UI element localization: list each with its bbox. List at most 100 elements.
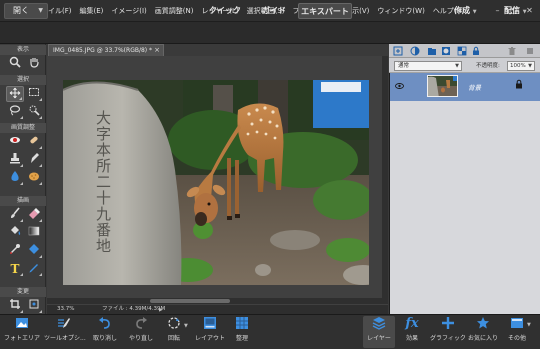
panel-menu-icon[interactable]	[525, 46, 535, 56]
marquee-tool[interactable]	[25, 86, 43, 102]
pencil-icon	[29, 264, 38, 273]
menu-image[interactable]: イメージ(I)	[107, 6, 150, 16]
opacity-input[interactable]: 100% ▼	[507, 61, 535, 71]
eyedropper-tool[interactable]	[6, 243, 24, 259]
blend-mode-select[interactable]: 通常 ▼	[394, 61, 462, 71]
spot-healing-tool[interactable]	[25, 134, 43, 150]
smudge-tool[interactable]	[25, 152, 43, 168]
undo-icon	[97, 316, 113, 332]
crop-tool[interactable]	[6, 298, 24, 314]
open-button[interactable]: 開く ▼	[4, 3, 48, 19]
sponge-tool[interactable]	[25, 170, 43, 186]
type-tool[interactable]: T	[6, 261, 24, 277]
brush-icon	[11, 207, 20, 218]
document-title: IMG_0485.JPG @ 33.7%(RGB/8) *	[53, 47, 153, 54]
paint-bucket-tool[interactable]	[6, 225, 24, 241]
fx-icon: fx	[405, 316, 419, 331]
more-button[interactable]: その他	[502, 316, 532, 348]
section-draw: 描画	[0, 196, 46, 206]
photo-bin-button[interactable]: フォトエリア	[3, 316, 41, 348]
tool-options-icon	[56, 316, 72, 332]
tab-quick[interactable]: クイック	[204, 3, 246, 19]
menu-items: ファイル(F) 編集(E) イメージ(I) 画質調整(N) レイヤー(L) 選択…	[30, 0, 469, 22]
graphics-button[interactable]: グラフィック	[430, 316, 466, 348]
more-label: その他	[507, 335, 526, 342]
menu-enhance[interactable]: 画質調整(N)	[151, 6, 198, 16]
minimize-button[interactable]: –	[491, 4, 504, 17]
trash-icon[interactable]	[507, 46, 517, 56]
chevron-down-icon[interactable]: ▼	[184, 323, 188, 329]
gradient-tool[interactable]	[25, 225, 43, 241]
photo-bin-icon	[14, 316, 30, 332]
zoom-tool[interactable]	[6, 56, 24, 72]
share-menu[interactable]: 配信 ▼	[504, 3, 527, 19]
close-icon[interactable]: ×	[154, 45, 160, 56]
favorites-button[interactable]: お気に入り	[468, 316, 498, 348]
clone-stamp-tool[interactable]	[6, 152, 24, 168]
horizontal-scroll-thumb[interactable]	[150, 299, 230, 303]
menu-window[interactable]: ウィンドウ(W)	[373, 6, 428, 16]
section-view: 表示	[0, 45, 46, 55]
brush-tool[interactable]	[6, 207, 24, 223]
create-label: 作成	[454, 6, 470, 15]
hand-icon	[30, 58, 39, 68]
document-photo[interactable]: 大字本所二十九番地	[63, 80, 369, 285]
eye-icon[interactable]	[395, 82, 404, 90]
chevron-down-icon: ▼	[455, 63, 459, 69]
layer-thumbnail	[427, 75, 458, 97]
menu-edit[interactable]: 編集(E)	[76, 6, 108, 16]
undo-label: 取り消し	[92, 335, 117, 342]
sponge-icon	[29, 172, 39, 181]
pencil-tool[interactable]	[25, 261, 43, 277]
recompose-tool[interactable]	[25, 298, 43, 314]
red-eye-icon	[10, 137, 20, 143]
create-menu[interactable]: 作成 ▼	[454, 3, 477, 19]
new-fill-layer-icon[interactable]	[410, 46, 420, 56]
hand-tool[interactable]	[25, 56, 43, 72]
tool-options-button[interactable]: ツールオプシ...	[44, 316, 86, 348]
section-modify: 変更	[0, 287, 46, 297]
document-tab[interactable]: IMG_0485.JPG @ 33.7%(RGB/8) * ×	[48, 44, 164, 56]
more-icon	[509, 316, 525, 332]
custom-shape-icon	[29, 244, 39, 254]
blur-icon	[11, 171, 19, 181]
blend-mode-value: 通常	[398, 63, 410, 69]
rotate-button[interactable]: 回転	[160, 316, 188, 348]
organizer-button[interactable]: 整理	[228, 316, 256, 348]
lock-icon[interactable]	[471, 46, 481, 56]
redo-button[interactable]: やり直し	[124, 316, 158, 348]
crop-icon	[10, 299, 20, 309]
effects-label: 効果	[405, 335, 418, 342]
organizer-label: 整理	[235, 335, 248, 342]
chevron-down-icon: ▼	[528, 63, 532, 69]
new-group-icon[interactable]	[427, 46, 437, 56]
smudge-icon	[31, 153, 39, 163]
undo-button[interactable]: 取り消し	[88, 316, 122, 348]
quick-selection-tool[interactable]	[25, 104, 43, 120]
effects-button[interactable]: fx 効果	[398, 316, 426, 348]
tab-expert[interactable]: エキスパート	[298, 3, 352, 19]
rotate-icon	[166, 316, 182, 332]
organizer-icon	[234, 316, 250, 332]
chevron-down-icon[interactable]: ▼	[527, 322, 531, 328]
lock-transparent-icon[interactable]	[457, 46, 467, 56]
mask-icon[interactable]	[441, 46, 451, 56]
layers-button[interactable]: レイヤー	[363, 316, 395, 348]
custom-shape-tool[interactable]	[25, 243, 43, 259]
red-eye-tool[interactable]	[6, 134, 24, 150]
recompose-icon	[29, 299, 39, 309]
eyedropper-icon	[10, 244, 20, 254]
move-tool[interactable]	[6, 86, 24, 102]
graphics-label: グラフィック	[430, 335, 466, 342]
tab-guided[interactable]: ガイド	[256, 3, 292, 19]
layout-button[interactable]: レイアウト	[194, 316, 226, 348]
lasso-tool[interactable]	[6, 104, 24, 120]
blur-tool[interactable]	[6, 170, 24, 186]
new-layer-icon[interactable]	[393, 46, 403, 56]
redo-label: やり直し	[128, 335, 153, 342]
zoom-readout[interactable]: 33.7%	[57, 305, 74, 314]
redo-icon	[133, 316, 149, 332]
eraser-tool[interactable]	[25, 207, 43, 223]
stone-inscription: 大字本所二十九番地	[94, 110, 112, 254]
vertical-scrollbar[interactable]	[382, 56, 388, 298]
